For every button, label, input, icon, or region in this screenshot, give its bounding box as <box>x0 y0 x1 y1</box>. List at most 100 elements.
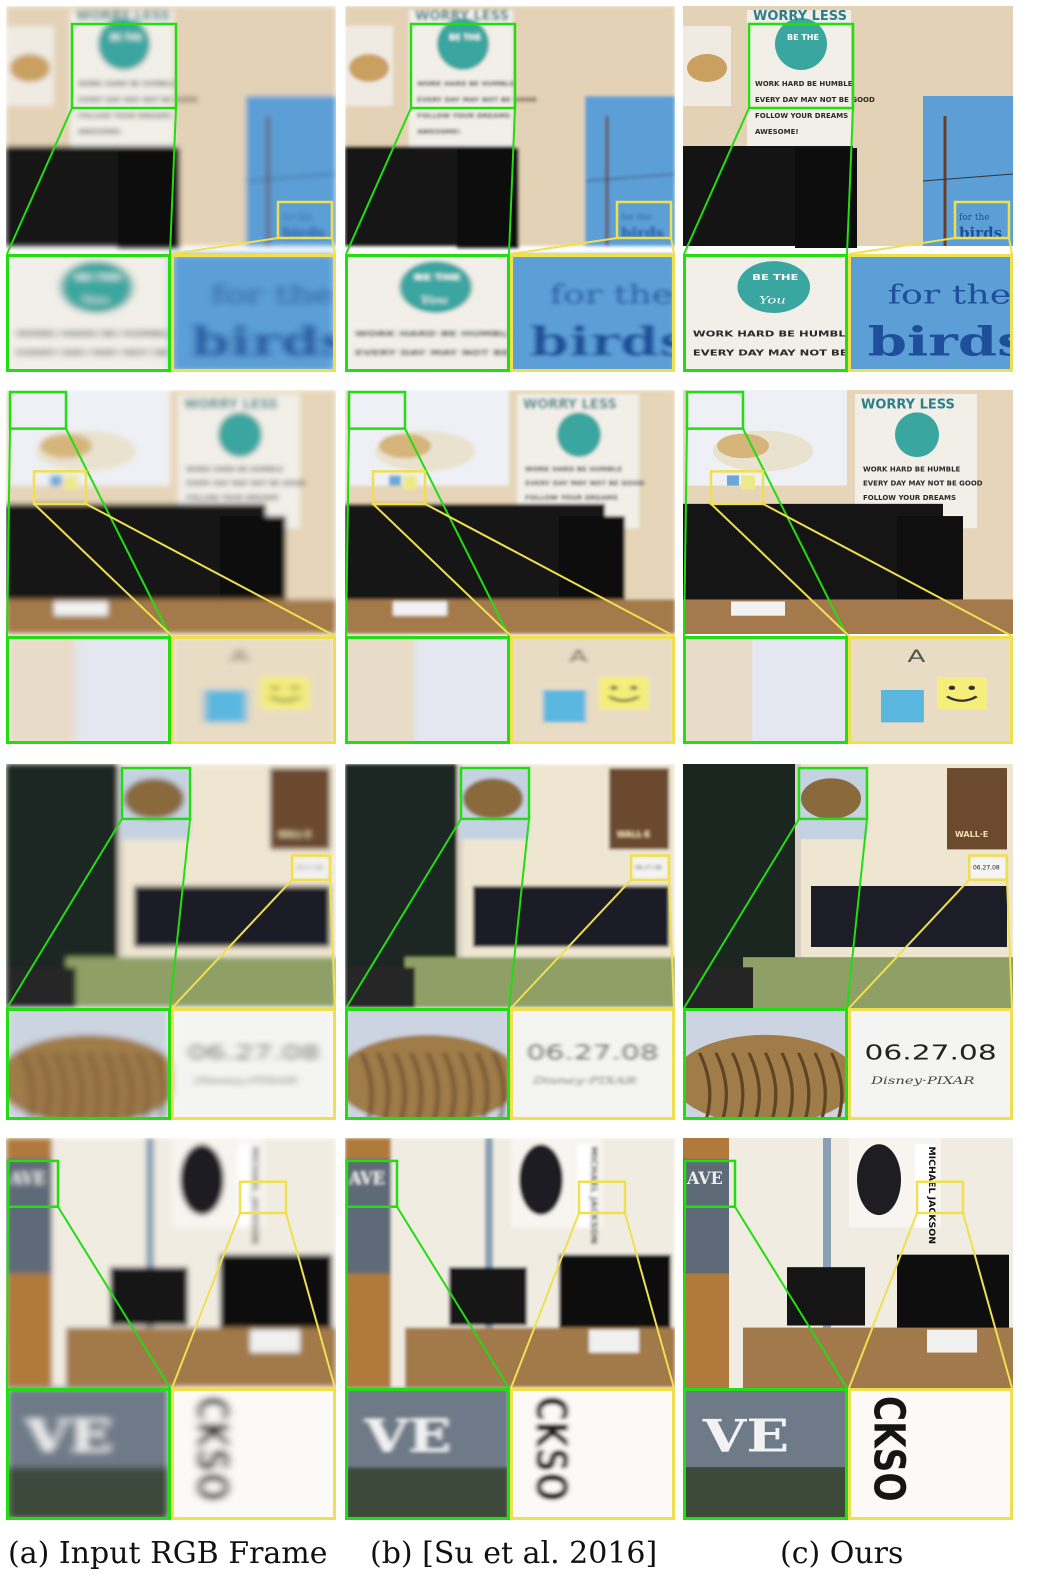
svg-text:AVE: AVE <box>9 1169 46 1188</box>
zoom-inset-yellow: for the birds <box>848 254 1013 372</box>
svg-text:WORRY LESS: WORRY LESS <box>523 397 617 412</box>
svg-text:WORRY LESS: WORRY LESS <box>76 9 170 24</box>
svg-text:FOLLOW YOUR DREAMS: FOLLOW YOUR DREAMS <box>186 493 279 502</box>
scene-content: WORRY LESS WORK HARD BE HUMBLE EVERY DAY M… <box>683 390 1013 634</box>
scene-panel: AVE MICHAEL JACKSON VE CKSO <box>683 1138 1013 1520</box>
svg-text:CKSO: CKSO <box>525 1396 575 1502</box>
svg-text:BE THE: BE THE <box>752 273 798 282</box>
svg-text:for the: for the <box>282 213 313 223</box>
svg-text:EVERY DAY MAY NOT BE GOOD: EVERY DAY MAY NOT BE GOOD <box>186 479 306 488</box>
svg-text:birds: birds <box>621 224 664 242</box>
svg-text:A: A <box>569 646 588 666</box>
zoom-inset-yellow: for the birds <box>510 254 675 372</box>
zoom-inset-green: VE <box>683 1388 848 1520</box>
svg-text:CKSO: CKSO <box>863 1396 913 1502</box>
scene-image: WORRY LESS BE THE WORK HARD BE HUMBLE EVERY… <box>6 6 336 372</box>
zoom-inset-yellow: 06.27.08 Disney·PIXAR <box>171 1008 336 1120</box>
svg-text:FOLLOW YOUR DREAMS: FOLLOW YOUR DREAMS <box>417 112 510 120</box>
svg-text:FOLLOW YOUR DREAMS: FOLLOW YOUR DREAMS <box>863 493 956 502</box>
scene-image: WORRY LESS WORK HARD BE HUMBLE EVERY DAY M… <box>6 390 336 744</box>
connector-line <box>345 1206 348 1389</box>
zoom-inset-green <box>683 636 848 744</box>
svg-text:for the: for the <box>211 281 335 311</box>
svg-text:birds: birds <box>868 318 1013 365</box>
zoom-inset-yellow: A <box>171 636 336 744</box>
zoom-inset-green: VE <box>6 1388 172 1520</box>
zoom-inset-green <box>345 1008 520 1120</box>
svg-text:WORK HARD BE HUMBLE: WORK HARD BE HUMBLE <box>186 464 284 473</box>
svg-text:Disney·PIXAR: Disney·PIXAR <box>870 1075 975 1087</box>
svg-text:WALL·E: WALL·E <box>617 830 650 839</box>
svg-text:MICHAEL JACKSON: MICHAEL JACKSON <box>249 1146 260 1244</box>
scene-image: AVE MICHAEL JACKSON VE CKSO <box>6 1138 336 1520</box>
svg-text:birds: birds <box>959 224 1002 242</box>
scene-image: WALL·E 06.27.08 06.27.08 Disney·PIXAR <box>683 764 1013 1120</box>
scene-panel: WORRY LESS BE THE WORK HARD BE HUMBLE EVERY… <box>6 6 336 372</box>
svg-text:A: A <box>907 646 926 666</box>
svg-text:06.27.08: 06.27.08 <box>527 1040 659 1064</box>
svg-text:AVE: AVE <box>686 1169 723 1188</box>
svg-text:06.27.08: 06.27.08 <box>296 865 323 872</box>
svg-text:Disney·PIXAR: Disney·PIXAR <box>193 1075 298 1087</box>
svg-text:for the: for the <box>621 213 652 223</box>
svg-text:VE: VE <box>702 1409 789 1462</box>
scene-panel: AVE MICHAEL JACKSON VE CKSO <box>345 1138 675 1520</box>
caption-ours: (c) Ours <box>780 1536 904 1571</box>
svg-text:AWESOME!: AWESOME! <box>78 128 122 136</box>
connector-line <box>6 1206 9 1389</box>
svg-text:06.27.08: 06.27.08 <box>188 1040 320 1064</box>
svg-text:AVE: AVE <box>348 1169 385 1188</box>
svg-text:WORK HARD BE HUMBLE: WORK HARD BE HUMBLE <box>755 80 853 88</box>
svg-text:06.27.08: 06.27.08 <box>865 1040 997 1064</box>
svg-text:MICHAEL JACKSON: MICHAEL JACKSON <box>926 1146 937 1244</box>
svg-text:WORK HARD BE HUMBLE: WORK HARD BE HUMBLE <box>863 464 961 473</box>
svg-text:for the: for the <box>550 281 674 311</box>
svg-text:CKSO: CKSO <box>186 1396 236 1502</box>
scene-content: AVE MICHAEL JACKSON <box>345 1138 675 1388</box>
caption-input-rgb-frame: (a) Input RGB Frame <box>8 1536 328 1571</box>
svg-text:WORK HARD BE HUMBLE: WORK HARD BE HUMBLE <box>78 80 176 88</box>
scene-content: WORRY LESS WORK HARD BE HUMBLE EVERY DAY M… <box>6 390 336 634</box>
svg-text:BE THE: BE THE <box>414 273 460 282</box>
scene-image: WALL·E 06.27.08 06.27.08 Disney·PIXAR <box>345 764 675 1120</box>
scene-image: AVE MICHAEL JACKSON VE CKSO <box>345 1138 675 1520</box>
scene-panel: WORRY LESS WORK HARD BE HUMBLE EVERY DAY M… <box>6 390 336 744</box>
zoom-inset-yellow: CKSO <box>848 1388 1013 1520</box>
scene-content: AVE MICHAEL JACKSON <box>683 1138 1013 1388</box>
zoom-inset-yellow: A <box>510 636 675 744</box>
svg-text:06.27.08: 06.27.08 <box>973 865 1000 872</box>
scene-image: WORRY LESS WORK HARD BE HUMBLE EVERY DAY M… <box>683 390 1013 744</box>
svg-text:for the: for the <box>959 213 990 223</box>
caption-su-et-al-2016: (b) [Su et al. 2016] <box>370 1536 658 1571</box>
svg-text:WORK HARD BE HUMBLE: WORK HARD BE HUMBLE <box>525 464 623 473</box>
svg-text:You: You <box>82 295 109 307</box>
svg-text:EVERY DAY MAY NOT BE GOOD: EVERY DAY MAY NOT BE GOOD <box>755 96 875 104</box>
svg-text:VE: VE <box>25 1409 112 1462</box>
svg-text:FOLLOW YOUR DREAMS: FOLLOW YOUR DREAMS <box>525 493 618 502</box>
svg-text:VE: VE <box>364 1409 451 1462</box>
zoom-inset-yellow: A <box>848 636 1013 744</box>
scene-panel: WORRY LESS WORK HARD BE HUMBLE EVERY DAY M… <box>345 390 675 744</box>
svg-text:WORK HARD BE HUMBLE: WORK HARD BE HUMBLE <box>693 330 854 339</box>
svg-text:EVERY DAY MAY NOT BE GOOD: EVERY DAY MAY NOT BE GOOD <box>417 96 537 104</box>
svg-text:BE THE: BE THE <box>75 273 121 282</box>
svg-text:birds: birds <box>282 224 325 242</box>
svg-text:EVERY DAY MAY NOT BE GOOD: EVERY DAY MAY NOT BE GOOD <box>78 96 198 104</box>
svg-text:MICHAEL JACKSON: MICHAEL JACKSON <box>588 1146 599 1244</box>
scene-panel: WORRY LESS BE THE WORK HARD BE HUMBLE EVERY… <box>683 6 1013 372</box>
scene-image: AVE MICHAEL JACKSON VE CKSO <box>683 1138 1013 1520</box>
svg-text:WORRY LESS: WORRY LESS <box>415 9 509 24</box>
scene-image: WALL·E 06.27.08 06.27.08 Disney·PIXAR <box>6 764 336 1120</box>
svg-text:A: A <box>230 646 249 666</box>
svg-text:WORRY LESS: WORRY LESS <box>184 397 278 412</box>
svg-text:You: You <box>759 295 786 307</box>
scene-content: AVE MICHAEL JACKSON <box>6 1138 336 1388</box>
scene-content: WORRY LESS WORK HARD BE HUMBLE EVERY DAY M… <box>345 390 675 634</box>
zoom-inset-green <box>6 1008 181 1120</box>
scene-panel: WORRY LESS WORK HARD BE HUMBLE EVERY DAY M… <box>683 390 1013 744</box>
svg-text:You: You <box>421 295 448 307</box>
svg-text:WORRY LESS: WORRY LESS <box>861 397 955 412</box>
svg-text:WALL·E: WALL·E <box>278 830 311 839</box>
svg-text:WORRY LESS: WORRY LESS <box>753 9 847 24</box>
zoom-inset-yellow: for the birds <box>171 254 336 372</box>
